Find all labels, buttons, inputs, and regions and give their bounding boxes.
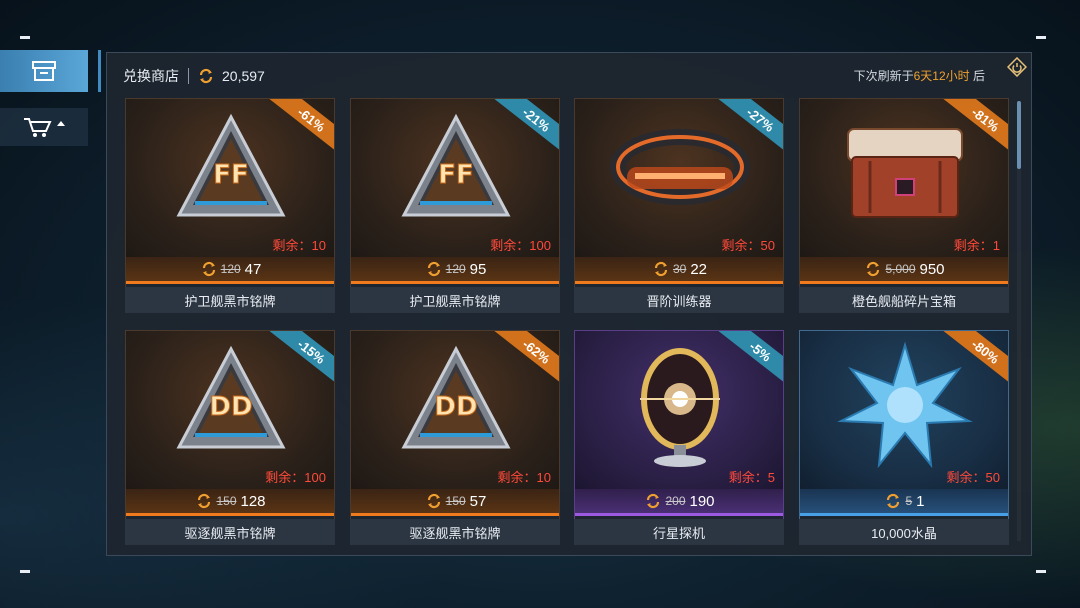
corner-mark [1036,36,1046,39]
svg-text:DD: DD [434,392,477,422]
original-price: 120 [445,262,466,276]
rarity-accent [800,513,1008,516]
original-price: 5 [905,494,913,508]
tab-cart[interactable] [0,108,88,146]
dd-badge-icon: DD [351,341,559,461]
original-price: 5,000 [885,262,916,276]
price-bar: 150 57 [351,489,559,513]
sale-price: 128 [240,492,266,510]
ff-badge-icon: FF [126,109,334,229]
item-name[interactable]: 行星探机 [574,519,784,545]
stock-remaining: 剩余：50 [946,470,1000,485]
item-name[interactable]: 晋阶训练器 [574,287,784,313]
item-name[interactable]: 橙色舰船碎片宝箱 [799,287,1009,313]
shop-title: 兑换商店 [123,68,179,84]
sale-price: 47 [244,260,262,278]
corner-mark [20,570,30,573]
crystal-icon [800,341,1008,471]
ff-badge-icon: FF [351,109,559,229]
header-divider [188,68,189,84]
stock-remaining: 剩余：10 [272,238,326,253]
price-bar: 120 95 [351,257,559,281]
price-bar: 5,000 950 [800,257,1008,281]
refresh-hours: 12小时 [932,69,970,83]
exchange-coin-icon [199,68,213,84]
active-tab-indicator [98,50,101,92]
shop-item-card[interactable]: -81% 剩余：1 5,000 950 [799,98,1009,288]
rarity-accent [575,513,783,516]
tab-store[interactable] [0,50,88,92]
shop-item-card[interactable]: DD -62% 剩余：10 150 57 [350,330,560,520]
currency-balance: 20,597 [222,68,265,84]
dd-badge-icon: DD [126,341,334,461]
price-bar: 200 190 [575,489,783,513]
corner-mark [1036,570,1046,573]
sale-price: 57 [469,492,487,510]
chest-icon [800,109,1008,229]
settings-icon[interactable] [1007,57,1027,77]
cart-icon [24,118,65,137]
svg-text:DD: DD [209,392,252,422]
store-icon [32,61,56,81]
item-name[interactable]: 10,000水晶 [799,519,1009,545]
sale-price: 950 [919,260,945,278]
svg-text:FF: FF [213,160,249,190]
exchange-coin-icon [427,261,440,277]
stock-remaining: 剩余：100 [490,238,551,253]
refresh-timer: 下次刷新于6天12小时 后 [854,67,985,84]
stock-remaining: 剩余：5 [728,470,775,485]
exchange-coin-icon [654,261,668,277]
scrollbar-thumb[interactable] [1017,101,1021,169]
refresh-prefix: 下次刷新于 [853,69,914,83]
stock-remaining: 剩余：100 [265,470,326,485]
exchange-coin-icon [198,493,211,509]
rarity-accent [351,513,559,516]
sale-price: 22 [690,260,708,278]
exchange-coin-icon [202,261,215,277]
stock-remaining: 剩余：1 [953,238,1000,253]
svg-text:FF: FF [438,160,474,190]
price-bar: 120 47 [126,257,334,281]
shop-item-card[interactable]: -80% 剩余：50 5 1 [799,330,1009,520]
item-name[interactable]: 驱逐舰黑市铭牌 [350,519,560,545]
shop-item-card[interactable]: -5% 剩余：5 200 190 [574,330,784,520]
stock-remaining: 剩余：50 [721,238,775,253]
original-price: 30 [672,262,687,276]
shop-item-card[interactable]: FF -21% 剩余：100 120 95 [350,98,560,288]
planet-probe-icon [575,341,783,471]
rarity-accent [126,513,334,516]
corner-mark [20,36,30,39]
price-bar: 150 128 [126,489,334,513]
price-bar: 30 22 [575,257,783,281]
rarity-accent [126,281,334,284]
original-price: 200 [665,494,686,508]
refresh-days: 6天 [913,69,933,83]
item-name[interactable]: 驱逐舰黑市铭牌 [125,519,335,545]
price-bar: 5 1 [800,489,1008,513]
shop-item-card[interactable]: FF -61% 剩余：10 120 47 [125,98,335,288]
shop-item-card[interactable]: -27% 剩余：50 30 22 [574,98,784,288]
original-price: 150 [445,494,466,508]
exchange-coin-icon [887,493,900,509]
original-price: 150 [216,494,237,508]
rarity-accent [351,281,559,284]
exchange-coin-icon [867,261,880,277]
rarity-accent [800,281,1008,284]
exchange-coin-icon [427,493,440,509]
item-name[interactable]: 护卫舰黑市铭牌 [125,287,335,313]
sale-price: 190 [689,492,715,510]
original-price: 120 [220,262,241,276]
refresh-suffix: 后 [972,69,985,83]
sale-price: 1 [916,492,925,510]
rarity-accent [575,281,783,284]
exchange-coin-icon [647,493,660,509]
shop-header: 兑换商店 20,597 [123,65,265,87]
item-name[interactable]: 护卫舰黑市铭牌 [350,287,560,313]
sale-price: 95 [469,260,487,278]
shop-item-card[interactable]: DD -15% 剩余：100 150 128 [125,330,335,520]
stock-remaining: 剩余：10 [497,470,551,485]
